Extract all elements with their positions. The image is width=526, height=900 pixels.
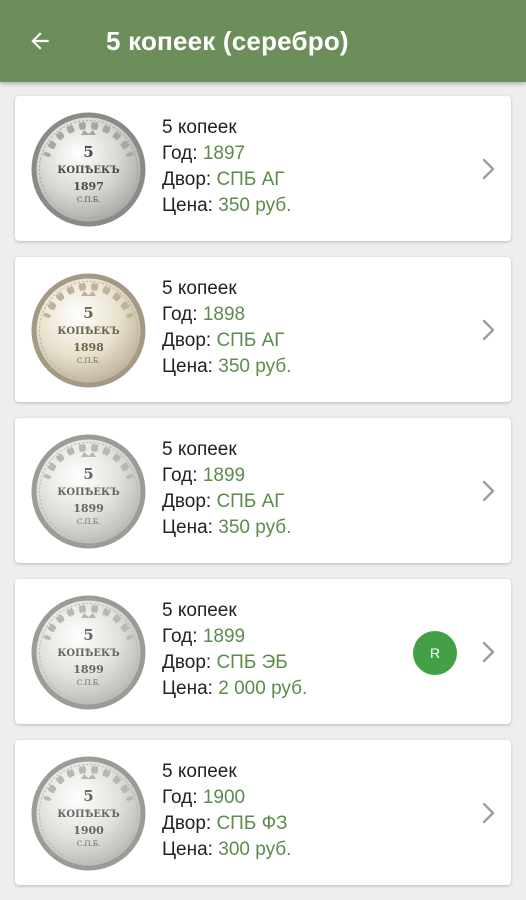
price-row: Цена: 350 руб. [162,193,291,219]
svg-text:С.П.Б.: С.П.Б. [77,357,100,365]
coin-info: 5 копеек Год: 1898 Двор: СПБ АГ Цена: 350 р… [162,276,291,380]
coin-list: 5 КОПѢЕКЪ 1897 С.П.Б. 5 копеек Год: 1897 Двор:… [0,82,526,900]
chevron-right-icon [481,479,497,503]
coin-info: 5 копеек Год: 1897 Двор: СПБ АГ Цена: 350 р… [162,115,291,219]
price-value: 300 руб. [218,839,292,860]
mint-row: Двор: СПБ АГ [162,167,291,193]
year-value: 1897 [202,143,246,164]
svg-text:КОПѢЕКЪ: КОПѢЕКЪ [57,487,120,498]
price-label: Цена: [162,678,213,699]
svg-text:5: 5 [83,626,93,644]
year-label: Год: [162,143,198,164]
year-value: 1900 [202,787,246,808]
svg-text:1898: 1898 [73,341,104,354]
price-label: Цена: [162,517,213,538]
mint-label: Двор: [162,813,212,834]
coin-image: 5 КОПѢЕКЪ 1900 С.П.Б. [30,755,147,872]
year-label: Год: [162,465,198,486]
price-label: Цена: [162,356,213,377]
coin-name: 5 копеек [162,439,237,460]
coin-card[interactable]: 5 КОПѢЕКЪ 1899 С.П.Б. 5 копеек Год: 1899 Двор:… [15,418,511,563]
coin-info: 5 копеек Год: 1899 Двор: СПБ ЭБ Цена: 2 000… [162,598,307,702]
coin-name: 5 копеек [162,761,237,782]
svg-text:5: 5 [83,304,93,322]
svg-text:С.П.Б.: С.П.Б. [77,518,100,526]
svg-text:5: 5 [83,465,93,483]
year-row: Год: 1899 [162,624,307,650]
svg-text:1897: 1897 [73,180,104,193]
mint-label: Двор: [162,169,212,190]
coin-info: 5 копеек Год: 1900 Двор: СПБ ФЗ Цена: 300 р… [162,759,291,863]
price-label: Цена: [162,839,213,860]
svg-text:1899: 1899 [73,663,104,676]
year-row: Год: 1898 [162,302,291,328]
price-row: Цена: 2 000 руб. [162,676,307,702]
svg-text:С.П.Б.: С.П.Б. [77,679,100,687]
price-row: Цена: 350 руб. [162,515,291,541]
year-row: Год: 1897 [162,141,291,167]
year-row: Год: 1899 [162,463,291,489]
coin-card[interactable]: 5 КОПѢЕКЪ 1897 С.П.Б. 5 копеек Год: 1897 Двор:… [15,96,511,241]
coin-image: 5 КОПѢЕКЪ 1899 С.П.Б. [30,594,147,711]
chevron-right-icon [481,318,497,342]
svg-text:1899: 1899 [73,502,104,515]
price-row: Цена: 300 руб. [162,837,291,863]
chevron-right-icon [481,801,497,825]
mint-row: Двор: СПБ АГ [162,489,291,515]
mint-row: Двор: СПБ ЭБ [162,650,307,676]
mint-row: Двор: СПБ ФЗ [162,811,291,837]
mint-row: Двор: СПБ АГ [162,328,291,354]
back-button[interactable] [0,0,80,82]
mint-label: Двор: [162,652,212,673]
coin-image: 5 КОПѢЕКЪ 1897 С.П.Б. [30,111,147,228]
year-row: Год: 1900 [162,785,291,811]
coin-name: 5 копеек [162,278,237,299]
mint-value: СПБ ФЗ [216,813,288,834]
app-bar: 5 копеек (серебро) [0,0,526,82]
svg-text:КОПѢЕКЪ: КОПѢЕКЪ [57,648,120,659]
mint-value: СПБ АГ [216,330,285,351]
svg-text:1900: 1900 [73,824,104,837]
coin-image: 5 КОПѢЕКЪ 1898 С.П.Б. [30,272,147,389]
mint-label: Двор: [162,330,212,351]
svg-text:КОПѢЕКЪ: КОПѢЕКЪ [57,165,120,176]
year-value: 1898 [202,304,246,325]
svg-text:КОПѢЕКЪ: КОПѢЕКЪ [57,809,120,820]
year-label: Год: [162,626,198,647]
year-value: 1899 [202,626,246,647]
coin-info: 5 копеек Год: 1899 Двор: СПБ АГ Цена: 350 р… [162,437,291,541]
svg-text:С.П.Б.: С.П.Б. [77,840,100,848]
svg-text:5: 5 [83,143,93,161]
rarity-badge: R [413,631,457,675]
year-label: Год: [162,304,198,325]
coin-card[interactable]: 5 КОПѢЕКЪ 1899 С.П.Б. 5 копеек Год: 1899 Двор:… [15,579,511,724]
svg-text:С.П.Б.: С.П.Б. [77,196,100,204]
coin-name: 5 копеек [162,600,237,621]
price-value: 350 руб. [218,517,292,538]
mint-value: СПБ ЭБ [216,652,288,673]
year-label: Год: [162,787,198,808]
price-value: 2 000 руб. [218,678,308,699]
coin-card[interactable]: 5 КОПѢЕКЪ 1900 С.П.Б. 5 копеек Год: 1900 Двор:… [15,740,511,885]
price-row: Цена: 350 руб. [162,354,291,380]
price-value: 350 руб. [218,356,292,377]
arrow-back-icon [31,32,49,50]
svg-text:КОПѢЕКЪ: КОПѢЕКЪ [57,326,120,337]
price-label: Цена: [162,195,213,216]
year-value: 1899 [202,465,246,486]
svg-text:5: 5 [83,787,93,805]
mint-value: СПБ АГ [216,491,285,512]
coin-name: 5 копеек [162,117,237,138]
coin-image: 5 КОПѢЕКЪ 1899 С.П.Б. [30,433,147,550]
chevron-right-icon [481,157,497,181]
page-title: 5 копеек (серебро) [106,25,349,56]
mint-value: СПБ АГ [216,169,285,190]
chevron-right-icon [481,640,497,664]
price-value: 350 руб. [218,195,292,216]
mint-label: Двор: [162,491,212,512]
coin-card[interactable]: 5 КОПѢЕКЪ 1898 С.П.Б. 5 копеек Год: 1898 Двор:… [15,257,511,402]
